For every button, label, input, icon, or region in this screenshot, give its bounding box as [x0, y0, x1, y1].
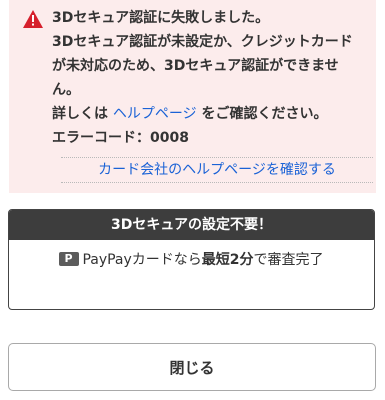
help-page-link[interactable]: ヘルプページ [113, 106, 197, 122]
error-detail-line: が未対応のため、3Dセキュア認証ができませ [52, 58, 339, 74]
promo-text: PayPayカードなら最短2分で審査完了 [9, 250, 374, 270]
help-line: 詳しくは ヘルプページ をご確認ください。 [52, 106, 328, 122]
error-message-box: 3Dセキュア認証に失敗しました。 3Dセキュア認証が未設定か、クレジットカード … [9, 0, 376, 193]
error-detail-line: 3Dセキュア認証が未設定か、クレジットカード [52, 34, 353, 50]
error-code-value: 0008 [150, 130, 189, 146]
paypay-promo-card[interactable]: 3Dセキュアの設定不要！ PayPayカードなら最短2分で審査完了 [8, 209, 375, 310]
paypay-icon [59, 251, 80, 267]
error-text: 3Dセキュア認証に失敗しました。 3Dセキュア認証が未設定か、クレジットカード … [52, 6, 372, 150]
warning-icon [23, 10, 43, 28]
error-detail-line: ん。 [52, 82, 80, 98]
card-company-help-link[interactable]: カード会社のヘルプページを確認する [61, 157, 373, 183]
promo-header: 3Dセキュアの設定不要！ [9, 210, 374, 240]
error-title: 3Dセキュア認証に失敗しました。 [52, 10, 270, 26]
error-code: エラーコード：0008 [52, 126, 372, 150]
close-button[interactable]: 閉じる [8, 343, 376, 391]
error-code-label: エラーコード： [52, 130, 150, 146]
